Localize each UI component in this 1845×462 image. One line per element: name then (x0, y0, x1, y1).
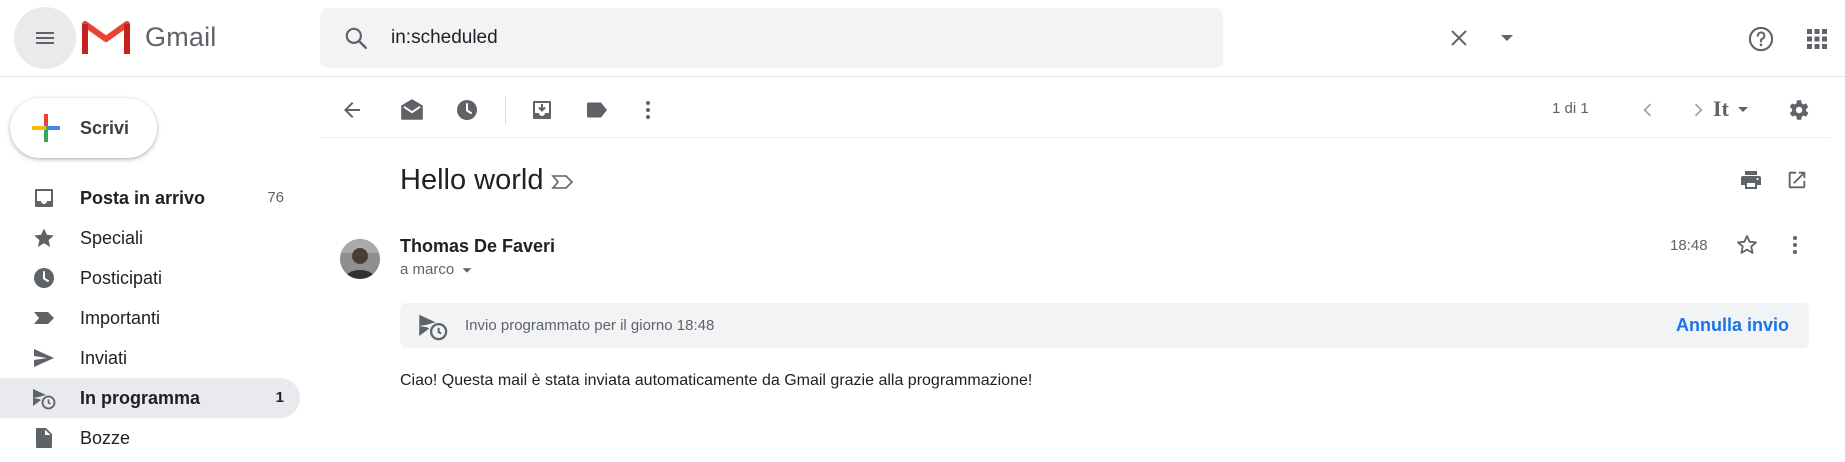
compose-button[interactable]: Scrivi (10, 98, 157, 158)
sender-name: Thomas De Faveri (400, 236, 556, 256)
chevron-left-icon (1643, 103, 1652, 117)
gmail-m-icon (82, 21, 130, 54)
apps-grid-icon (1807, 29, 1827, 49)
help-icon (1748, 26, 1774, 52)
label-icon (587, 102, 607, 118)
scheduled-send-icon (33, 389, 56, 410)
arrow-left-icon (344, 102, 360, 118)
clear-search-button[interactable] (1437, 16, 1481, 60)
search-bar (320, 8, 1513, 68)
caret-down-icon (462, 267, 472, 273)
importance-marker-icon[interactable] (551, 170, 575, 194)
sidebar-item-drafts[interactable]: Bozze (0, 418, 300, 458)
scheduled-send-icon (419, 314, 448, 341)
sidebar-item-sent[interactable]: Inviati (0, 338, 300, 378)
star-outline-icon (1737, 235, 1757, 254)
scheduled-send-banner: Invio programmato per il giorno 18:48 An… (400, 303, 1809, 348)
sidebar-item-count: 76 (267, 189, 284, 206)
clock-icon (34, 268, 54, 288)
sidebar-item-count: 1 (275, 389, 284, 406)
more-vert-icon (646, 101, 650, 119)
gear-icon (1789, 100, 1809, 120)
star-button[interactable] (1725, 223, 1769, 267)
message-subject: Hello world (400, 164, 544, 196)
send-icon (34, 349, 54, 367)
snooze-button[interactable] (445, 88, 489, 132)
clock-icon (457, 100, 477, 120)
mark-unread-icon (401, 99, 423, 120)
sidebar-item-label: Importanti (80, 308, 161, 328)
labels-button[interactable] (575, 88, 619, 132)
close-icon (1451, 30, 1467, 46)
hamburger-icon (36, 32, 54, 44)
sidebar-item-label: Posticipati (80, 268, 163, 288)
settings-button[interactable] (1776, 88, 1820, 132)
print-button[interactable] (1729, 158, 1773, 202)
toolbar-divider (505, 96, 506, 124)
sidebar-item-label: Posta in arrivo (80, 188, 206, 208)
recipient-details-toggle[interactable]: a marco (400, 261, 474, 278)
input-tools-label: It (1713, 96, 1729, 121)
recipient-label: a marco (400, 261, 455, 278)
search-icon (345, 27, 367, 49)
message-toolbar: 1 di 1 It (320, 82, 1830, 138)
message-body: Ciao! Questa mail è stata inviata automa… (400, 372, 1033, 389)
scheduled-send-text: Invio programmato per il giorno 18:48 (465, 317, 715, 334)
sidebar-item-label: Bozze (80, 428, 131, 448)
pagination-label: 1 di 1 (1552, 100, 1589, 117)
print-icon (1741, 171, 1761, 189)
caret-down-icon (1737, 107, 1748, 112)
sidebar-item-label: In programma (80, 388, 201, 408)
app-name: Gmail (145, 22, 217, 52)
open-new-window-button[interactable] (1775, 158, 1819, 202)
search-input[interactable] (391, 26, 1091, 50)
move-to-button[interactable] (520, 88, 564, 132)
more-actions-button[interactable] (626, 88, 670, 132)
sidebar-item-snoozed[interactable]: Posticipati (0, 258, 300, 298)
compose-label: Scrivi (80, 117, 130, 138)
gmail-logo[interactable] (82, 18, 130, 56)
sidebar-nav: Posta in arrivo 76 Speciali Posticipati … (0, 178, 300, 458)
back-button[interactable] (330, 88, 374, 132)
sidebar-item-label: Speciali (80, 228, 144, 248)
draft-icon (36, 428, 52, 448)
main-menu-button[interactable] (14, 7, 76, 69)
sidebar-item-inbox[interactable]: Posta in arrivo 76 (0, 178, 300, 218)
chevron-right-icon (1694, 103, 1703, 117)
sidebar-item-label: Inviati (80, 348, 128, 368)
open-in-new-icon (1788, 171, 1806, 189)
important-icon (34, 312, 54, 324)
input-tools-button[interactable]: It (1713, 96, 1751, 122)
mark-unread-button[interactable] (390, 88, 434, 132)
star-icon (34, 228, 54, 247)
search-options-button[interactable] (1485, 16, 1529, 60)
avatar-photo-icon (340, 239, 380, 279)
inbox-icon (35, 189, 53, 207)
cancel-send-button[interactable]: Annulla invio (1676, 315, 1789, 336)
sidebar-item-important[interactable]: Importanti (0, 298, 300, 338)
help-button[interactable] (1737, 15, 1785, 63)
caret-down-icon (1501, 35, 1513, 41)
compose-plus-icon (32, 114, 60, 142)
top-header: Gmail (0, 0, 1845, 77)
more-vert-icon (1793, 236, 1797, 254)
sidebar-item-starred[interactable]: Speciali (0, 218, 300, 258)
sidebar-item-scheduled[interactable]: In programma 1 (0, 378, 300, 418)
sender-avatar[interactable] (340, 239, 380, 279)
google-apps-button[interactable] (1793, 15, 1841, 63)
newer-button[interactable] (1626, 88, 1670, 132)
message-time: 18:48 (1670, 237, 1708, 254)
search-button[interactable] (334, 16, 378, 60)
move-to-inbox-icon (533, 101, 551, 119)
message-more-button[interactable] (1773, 223, 1817, 267)
